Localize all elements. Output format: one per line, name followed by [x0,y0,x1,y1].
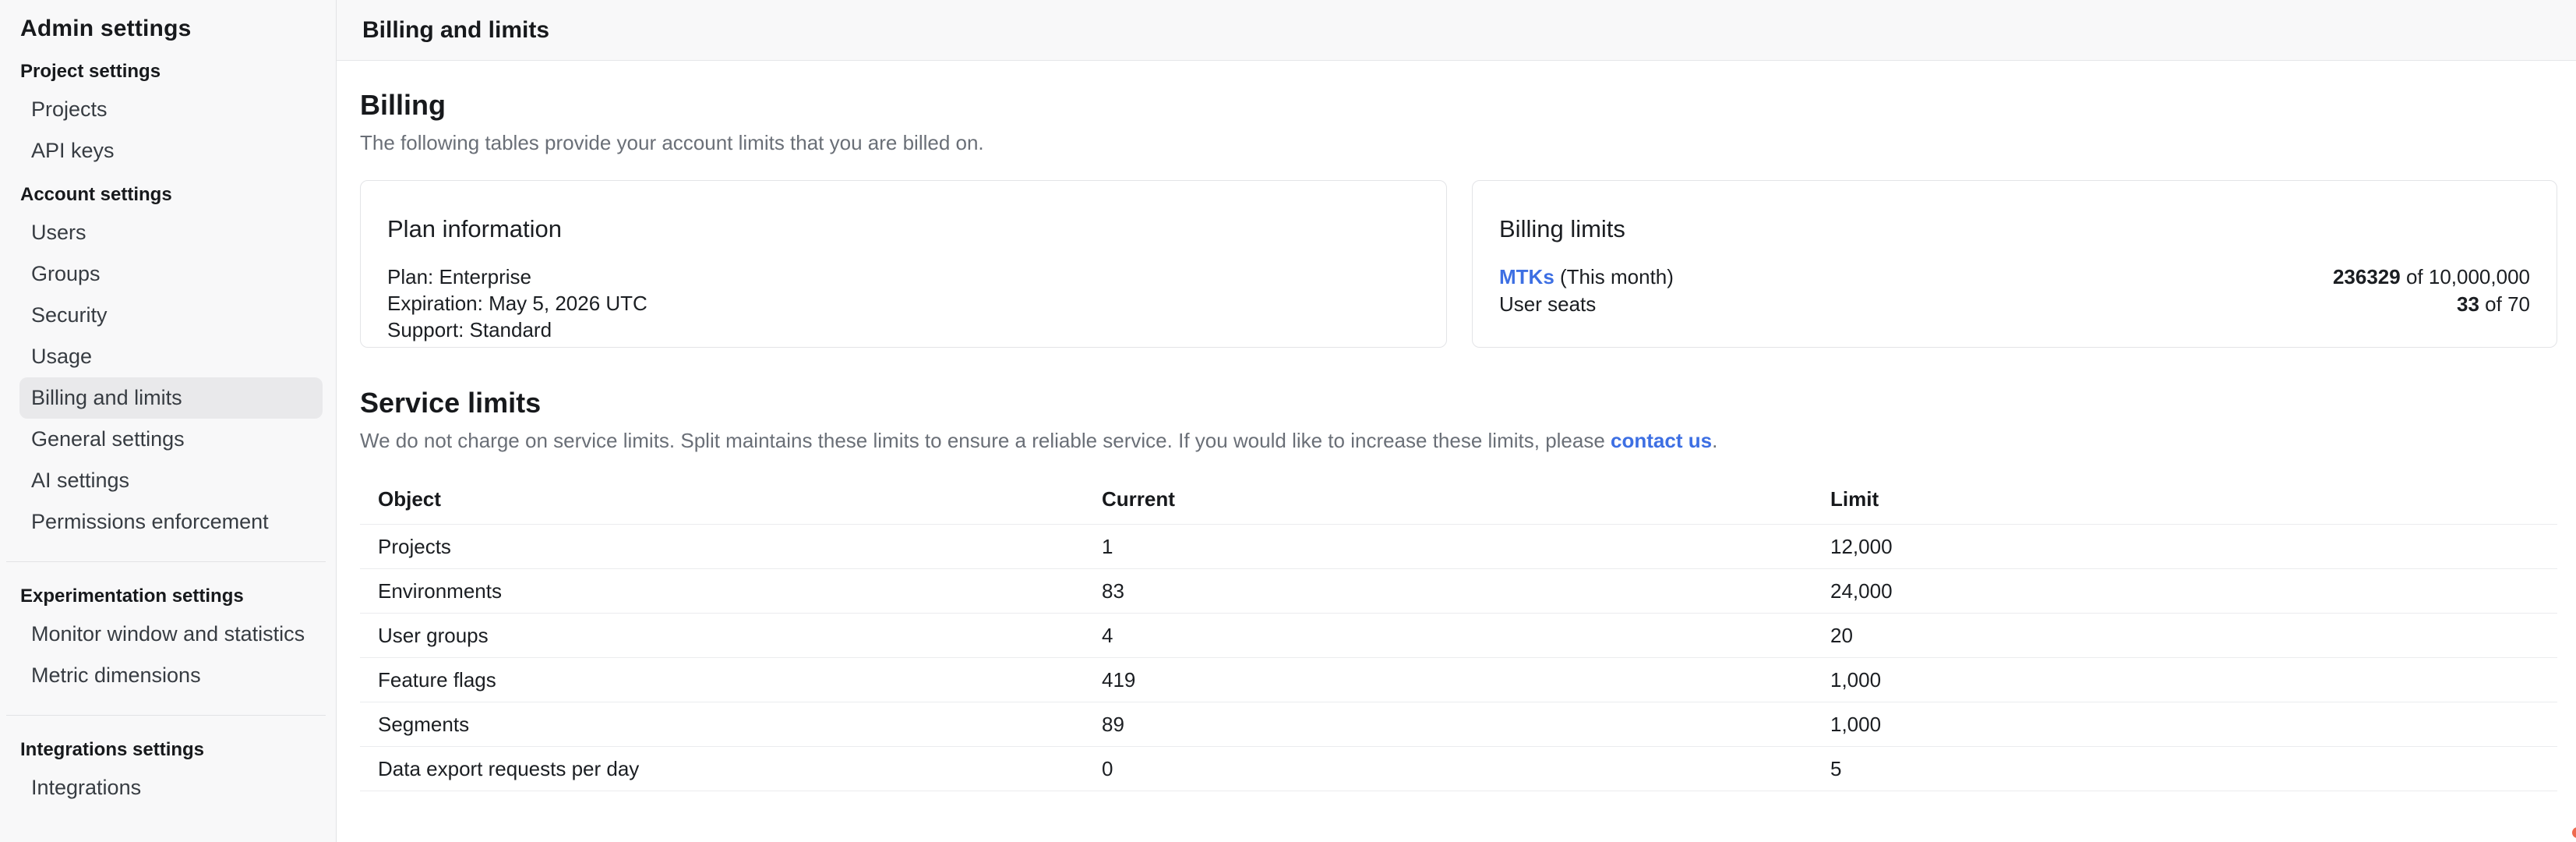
table-row: Segments 89 1,000 [360,702,2557,747]
sidebar-section-experimentation-settings: Experimentation settings [0,579,336,614]
sidebar-item-ai-settings[interactable]: AI settings [19,460,323,501]
sidebar-title: Admin settings [0,9,336,48]
billing-cards-row: Plan information Plan: Enterprise Expira… [360,180,2557,348]
current-cell: 1 [1102,525,1830,569]
admin-settings-page: Admin settings Project settings Projects… [0,0,2576,842]
current-cell: 83 [1102,569,1830,614]
limit-cell: 1,000 [1830,702,2557,747]
user-seats-limit: of 70 [2479,292,2530,316]
service-limits-subtitle: We do not charge on service limits. Spli… [360,429,2557,453]
sidebar-item-general-settings[interactable]: General settings [19,419,323,460]
object-cell: Feature flags [360,658,1102,702]
object-cell: Segments [360,702,1102,747]
mtks-link[interactable]: MTKs [1499,265,1554,288]
sidebar-item-security[interactable]: Security [19,295,323,336]
main-area: Billing and limits Billing The following… [337,0,2576,842]
table-header-row: Object Current Limit [360,476,2557,525]
service-limits-table: Object Current Limit Projects 1 12,000 E… [360,476,2557,791]
mtks-used: 236329 [2333,265,2401,288]
table-row: Feature flags 419 1,000 [360,658,2557,702]
topbar: Billing and limits [337,0,2576,61]
object-cell: User groups [360,614,1102,658]
mtks-label-suffix: (This month) [1554,265,1674,288]
sidebar-section-account-settings: Account settings [0,178,336,212]
sidebar-item-integrations[interactable]: Integrations [19,767,323,808]
limit-cell: 5 [1830,747,2557,791]
current-cell: 4 [1102,614,1830,658]
plan-information-card: Plan information Plan: Enterprise Expira… [360,180,1447,348]
billing-subtitle: The following tables provide your accoun… [360,131,2557,155]
sidebar-divider [6,715,326,716]
sidebar-item-monitor-window-and-statistics[interactable]: Monitor window and statistics [19,614,323,655]
limit-cell: 12,000 [1830,525,2557,569]
sidebar-item-metric-dimensions[interactable]: Metric dimensions [19,655,323,696]
user-seats-label: User seats [1499,291,1596,318]
plan-line: Plan: Enterprise [387,264,1420,290]
billing-limits-card-title: Billing limits [1499,215,2530,243]
plan-card-title: Plan information [387,215,1420,243]
limit-cell: 24,000 [1830,569,2557,614]
sidebar: Admin settings Project settings Projects… [0,0,337,842]
table-row: Projects 1 12,000 [360,525,2557,569]
limit-cell: 1,000 [1830,658,2557,702]
page-title: Billing and limits [362,17,549,44]
object-column-header: Object [360,476,1102,525]
sidebar-item-projects[interactable]: Projects [19,89,323,130]
sidebar-item-groups[interactable]: Groups [19,253,323,295]
mtks-label: MTKs (This month) [1499,264,1674,291]
sidebar-item-billing-and-limits[interactable]: Billing and limits [19,377,323,419]
sidebar-item-usage[interactable]: Usage [19,336,323,377]
sidebar-item-permissions-enforcement[interactable]: Permissions enforcement [19,501,323,543]
sidebar-section-integrations-settings: Integrations settings [0,733,336,767]
service-limits-heading: Service limits [360,348,2557,419]
service-subtitle-period: . [1712,429,1717,452]
mtks-limit: of 10,000,000 [2401,265,2530,288]
content-area: Billing The following tables provide you… [337,61,2576,842]
contact-us-link[interactable]: contact us [1611,429,1712,452]
sidebar-item-api-keys[interactable]: API keys [19,130,323,172]
current-cell: 89 [1102,702,1830,747]
limit-cell: 20 [1830,614,2557,658]
mtks-value: 236329 of 10,000,000 [2333,264,2530,291]
table-row: Data export requests per day 0 5 [360,747,2557,791]
current-cell: 0 [1102,747,1830,791]
table-row: User groups 4 20 [360,614,2557,658]
limit-column-header: Limit [1830,476,2557,525]
sidebar-divider [6,561,326,562]
object-cell: Environments [360,569,1102,614]
table-row: Environments 83 24,000 [360,569,2557,614]
billing-heading: Billing [360,61,2557,122]
current-cell: 419 [1102,658,1830,702]
expiration-line: Expiration: May 5, 2026 UTC [387,290,1420,317]
sidebar-item-users[interactable]: Users [19,212,323,253]
object-cell: Projects [360,525,1102,569]
service-subtitle-text: We do not charge on service limits. Spli… [360,429,1611,452]
current-column-header: Current [1102,476,1830,525]
billing-limits-card: Billing limits MTKs (This month) 236329 … [1472,180,2557,348]
user-seats-value: 33 of 70 [2457,291,2530,318]
object-cell: Data export requests per day [360,747,1102,791]
user-seats-used: 33 [2457,292,2479,316]
mtks-row: MTKs (This month) 236329 of 10,000,000 [1499,264,2530,291]
user-seats-row: User seats 33 of 70 [1499,291,2530,318]
sidebar-section-project-settings: Project settings [0,55,336,89]
support-line: Support: Standard [387,317,1420,343]
